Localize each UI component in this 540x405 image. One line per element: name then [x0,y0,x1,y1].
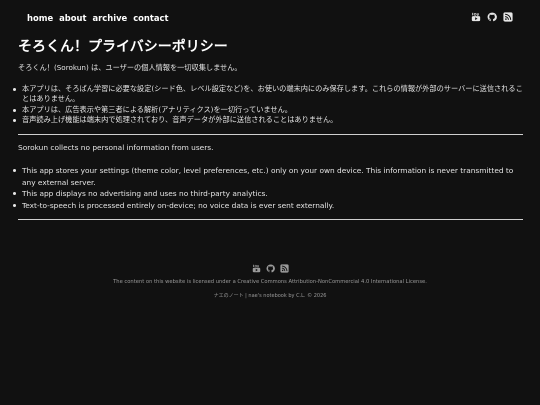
license-text: The content on this website is licensed … [113,279,427,285]
list-item: 本アプリは、そろばん学習に必要な設定(シード色、レベル設定など)を、お使いの端末… [13,84,523,105]
github-icon[interactable] [487,12,497,22]
page-title: そろくん！プライバシーポリシー [18,39,228,55]
list-item: This app displays no advertising and use… [13,188,523,200]
en-list: This app stores your settings (theme col… [13,165,523,212]
nav-link-archive[interactable]: archive [93,13,128,23]
rss-icon[interactable] [503,12,513,22]
list-item: 音声読み上げ機能は端末内で処理されており、音声データが外部に送信されることはあり… [13,115,523,126]
divider [18,133,523,135]
nav-link-about[interactable]: about [59,13,86,23]
social-links [471,12,513,22]
ja-intro: そろくん！(Sorokun) は、ユーザーの個人情報を一切収集しません。 [18,63,242,72]
ja-list: 本アプリは、そろばん学習に必要な設定(シード色、レベル設定など)を、お使いの端末… [13,84,523,126]
top-nav: home about archive contact [27,13,169,23]
site-footer: The content on this website is licensed … [0,264,540,299]
copyright-text: ナエのノート | nae's notebook by C.L. © 2026 [213,293,327,299]
youtube-icon[interactable] [471,12,481,22]
nav-link-home[interactable]: home [27,13,53,23]
list-item: This app stores your settings (theme col… [13,165,523,188]
list-item: 本アプリは、広告表示や第三者による解析(アナリティクス)を一切行っていません。 [13,105,523,116]
privacy-content: そろくん！(Sorokun) は、ユーザーの個人情報を一切収集しません。 本アプ… [13,63,523,228]
rss-icon[interactable] [279,264,289,273]
divider [18,219,523,220]
footer-social-links [0,264,540,273]
en-section: Sorokun collects no personal information… [13,142,523,212]
list-item: Text-to-speech is processed entirely on-… [13,200,523,212]
github-icon[interactable] [266,264,275,273]
youtube-icon[interactable] [252,264,261,273]
nav-link-contact[interactable]: contact [133,13,168,23]
en-intro: Sorokun collects no personal information… [18,142,214,152]
